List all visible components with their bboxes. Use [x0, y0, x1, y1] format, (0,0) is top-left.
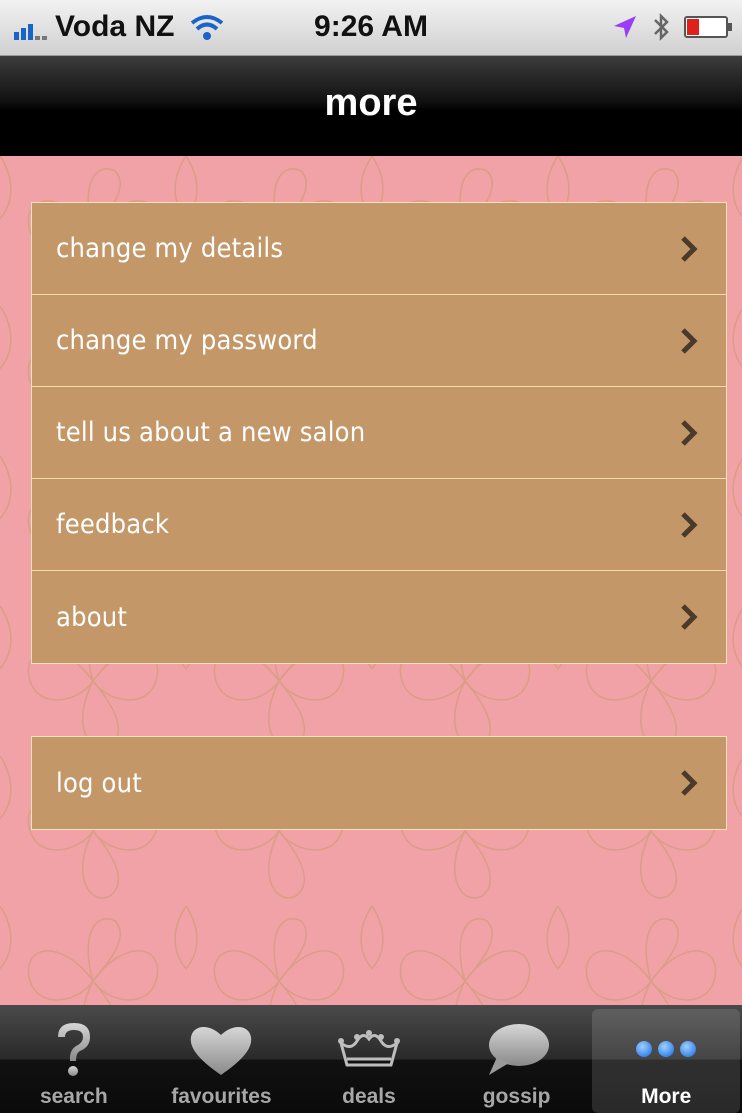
- menu-item-label: change my password: [56, 325, 318, 356]
- tab-label: gossip: [482, 1085, 551, 1108]
- tab-favourites[interactable]: favourites: [148, 1005, 296, 1113]
- menu-item-change-my-password[interactable]: change my password: [32, 295, 726, 387]
- chevron-right-icon: [681, 770, 698, 796]
- tab-label: deals: [342, 1085, 396, 1108]
- status-right: [612, 12, 732, 42]
- chevron-right-icon: [681, 328, 698, 354]
- tab-search[interactable]: search: [0, 1005, 148, 1113]
- menu-item-about[interactable]: about: [32, 571, 726, 663]
- crown-icon: [337, 1030, 400, 1067]
- location-arrow-icon: [614, 16, 636, 38]
- tab-label: favourites: [171, 1085, 272, 1108]
- tab-gossip[interactable]: gossip: [443, 1005, 591, 1113]
- logout-group: log out: [31, 736, 727, 830]
- tab-label: More: [641, 1085, 692, 1108]
- tab-more[interactable]: More: [592, 1009, 740, 1113]
- menu-item-label: change my details: [56, 233, 284, 264]
- log-out-button[interactable]: log out: [32, 737, 726, 829]
- chevron-right-icon: [681, 512, 698, 538]
- content-area: change my details change my password tel…: [0, 156, 742, 1005]
- battery-icon: [684, 16, 732, 38]
- menu-item-label: about: [56, 601, 128, 633]
- tab-deals[interactable]: deals: [295, 1005, 443, 1113]
- chevron-right-icon: [681, 236, 698, 262]
- question-mark-icon: [57, 1023, 90, 1076]
- menu-item-label: tell us about a new salon: [56, 417, 366, 448]
- menu-item-change-my-details[interactable]: change my details: [32, 203, 726, 295]
- tab-label: search: [39, 1085, 108, 1108]
- heart-icon: [191, 1026, 252, 1075]
- menu-item-new-salon[interactable]: tell us about a new salon: [32, 387, 726, 479]
- log-out-label: log out: [56, 767, 142, 799]
- navigation-bar: more: [0, 56, 742, 156]
- page-title: more: [324, 82, 418, 124]
- chevron-right-icon: [681, 604, 698, 630]
- chevron-right-icon: [681, 420, 698, 446]
- bluetooth-icon: [654, 12, 669, 42]
- more-dots-icon: [636, 1041, 697, 1057]
- settings-menu-group: change my details change my password tel…: [31, 202, 727, 664]
- speech-bubble-icon: [488, 1024, 549, 1075]
- menu-item-label: feedback: [56, 509, 170, 540]
- tab-bar: search favourites deals gossip More: [0, 1005, 742, 1113]
- status-bar: Voda NZ 9:26 AM: [0, 0, 742, 56]
- menu-item-feedback[interactable]: feedback: [32, 479, 726, 571]
